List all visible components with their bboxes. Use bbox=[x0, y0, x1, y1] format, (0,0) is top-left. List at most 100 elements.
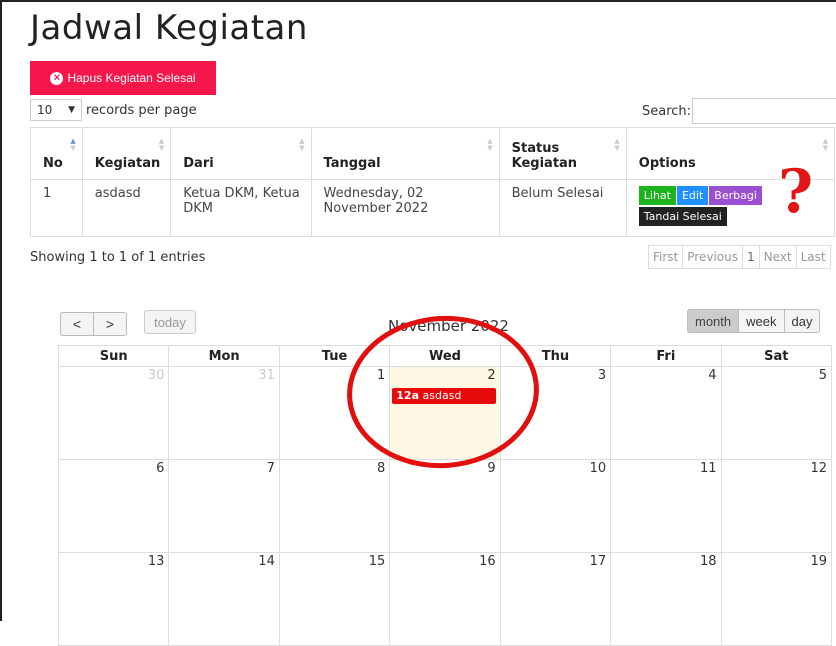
column-header-dari[interactable]: Dari ▲ ▼ bbox=[170, 127, 312, 180]
table-info: Showing 1 to 1 of 1 entries bbox=[30, 250, 206, 265]
records-per-page-label: records per page bbox=[86, 102, 197, 118]
calendar-next-button[interactable]: > bbox=[93, 312, 127, 336]
day-number: 18 bbox=[699, 554, 717, 569]
calendar-view-switcher: month week day bbox=[687, 309, 821, 333]
calendar-today-button[interactable]: today bbox=[144, 310, 196, 334]
calendar-day-cell[interactable]: 15 bbox=[278, 552, 391, 646]
calendar-day-cell[interactable]: 10 bbox=[499, 459, 612, 553]
calendar-day-cell[interactable]: 11 bbox=[610, 459, 722, 553]
calendar-day-cell[interactable]: 5 bbox=[720, 366, 833, 460]
delete-completed-label: Hapus Kegiatan Selesai bbox=[67, 71, 196, 85]
calendar-day-cell[interactable]: 7 bbox=[168, 459, 280, 553]
day-number: 30 bbox=[147, 368, 165, 383]
calendar-week-row: 30 31 1 2 12a asdasd 3 4 5 bbox=[57, 366, 833, 460]
calendar-day-cell[interactable]: 6 bbox=[57, 459, 170, 553]
calendar-title: November 2022 bbox=[388, 317, 509, 335]
calendar-day-cell[interactable]: 8 bbox=[278, 459, 391, 553]
day-number: 10 bbox=[589, 461, 607, 476]
calendar-day-cell[interactable]: 1 bbox=[278, 366, 391, 460]
cell-status: Belum Selesai bbox=[498, 179, 627, 237]
edit-button[interactable]: Edit bbox=[676, 186, 709, 205]
times-circle-icon: × bbox=[50, 71, 64, 85]
weekday-header: Wed bbox=[389, 345, 501, 367]
sort-icon: ▲ ▼ bbox=[487, 137, 493, 152]
cell-kegiatan: asdasd bbox=[81, 179, 172, 237]
column-header-no[interactable]: No ▲ ▼ bbox=[30, 127, 83, 180]
search-input[interactable] bbox=[692, 98, 836, 124]
day-number: 16 bbox=[479, 554, 496, 569]
pagination-first[interactable]: First bbox=[648, 245, 684, 269]
calendar-week-row: 6 7 8 9 10 11 12 bbox=[57, 459, 833, 553]
day-number: 1 bbox=[376, 368, 386, 383]
cell-dari: Ketua DKM, Ketua DKM bbox=[170, 179, 312, 237]
column-header-kegiatan[interactable]: Kegiatan ▲ ▼ bbox=[81, 127, 172, 180]
calendar-day-cell-today[interactable]: 2 12a asdasd bbox=[389, 366, 501, 460]
pagination: First Previous 1 Next Last bbox=[648, 245, 831, 269]
day-number: 19 bbox=[810, 554, 827, 569]
search-label: Search: bbox=[642, 103, 692, 119]
column-header-status[interactable]: Status Kegiatan ▲ ▼ bbox=[498, 127, 627, 180]
search-box: Search: bbox=[642, 98, 836, 124]
day-number: 9 bbox=[487, 461, 496, 476]
cell-tanggal: Wednesday, 02 November 2022 bbox=[310, 179, 500, 237]
weekday-header: Sat bbox=[720, 345, 833, 367]
events-table: No ▲ ▼ Kegiatan ▲ ▼ Dari ▲ ▼ Tanggal ▲ ▼ Status … bbox=[30, 127, 836, 237]
day-number: 31 bbox=[258, 368, 275, 383]
day-number: 14 bbox=[258, 554, 275, 569]
calendar-day-cell[interactable]: 16 bbox=[389, 552, 501, 646]
day-number: 2 bbox=[487, 368, 496, 383]
weekday-header: Mon bbox=[168, 345, 280, 367]
day-number: 8 bbox=[376, 461, 386, 476]
pagination-current[interactable]: 1 bbox=[741, 245, 760, 269]
view-week-button[interactable]: week bbox=[738, 309, 785, 333]
view-day-button[interactable]: day bbox=[783, 309, 821, 333]
calendar-day-cell[interactable]: 31 bbox=[168, 366, 280, 460]
calendar-prev-button[interactable]: < bbox=[60, 312, 94, 336]
day-number: 12 bbox=[810, 461, 827, 476]
day-number: 3 bbox=[597, 368, 607, 383]
calendar-day-cell[interactable]: 30 bbox=[57, 366, 170, 460]
share-button[interactable]: Berbagi bbox=[709, 186, 762, 205]
calendar-day-cell[interactable]: 4 bbox=[610, 366, 722, 460]
day-number: 7 bbox=[266, 461, 275, 476]
records-per-page: 10 ▼ records per page bbox=[30, 99, 197, 121]
day-number: 17 bbox=[589, 554, 607, 569]
mark-done-button[interactable]: Tandai Selesai bbox=[638, 207, 727, 226]
delete-completed-button[interactable]: × Hapus Kegiatan Selesai bbox=[30, 61, 216, 95]
table-header-row: No ▲ ▼ Kegiatan ▲ ▼ Dari ▲ ▼ Tanggal ▲ ▼ Status … bbox=[30, 127, 836, 180]
day-number: 5 bbox=[818, 368, 827, 383]
calendar-day-cell[interactable]: 14 bbox=[168, 552, 280, 646]
weekday-header: Thu bbox=[499, 345, 612, 367]
calendar-day-cell[interactable]: 17 bbox=[499, 552, 612, 646]
calendar-day-cell[interactable]: 18 bbox=[610, 552, 722, 646]
calendar-day-cell[interactable]: 3 bbox=[499, 366, 612, 460]
sort-icon: ▲ ▼ bbox=[822, 137, 828, 152]
calendar-event[interactable]: 12a asdasd bbox=[392, 388, 497, 404]
calendar-grid: Sun Mon Tue Wed Thu Fri Sat 30 31 1 2 12… bbox=[57, 345, 833, 646]
calendar-nav: < > bbox=[60, 312, 127, 336]
calendar-weekday-row: Sun Mon Tue Wed Thu Fri Sat bbox=[57, 345, 833, 367]
sort-icon: ▲ ▼ bbox=[614, 137, 620, 152]
day-number: 15 bbox=[368, 554, 386, 569]
records-per-page-value: 10 bbox=[37, 103, 53, 117]
column-header-tanggal[interactable]: Tanggal ▲ ▼ bbox=[310, 127, 500, 180]
day-number: 13 bbox=[147, 554, 165, 569]
pagination-last[interactable]: Last bbox=[795, 245, 831, 269]
pagination-previous[interactable]: Previous bbox=[682, 245, 743, 269]
table-row: 1 asdasd Ketua DKM, Ketua DKM Wednesday,… bbox=[30, 179, 836, 237]
day-number: 11 bbox=[699, 461, 717, 476]
cell-no: 1 bbox=[30, 179, 83, 237]
calendar-day-cell[interactable]: 12 bbox=[720, 459, 833, 553]
view-month-button[interactable]: month bbox=[687, 309, 740, 333]
sort-icon: ▲ ▼ bbox=[158, 137, 165, 152]
event-time: 12a bbox=[396, 389, 419, 402]
calendar-day-cell[interactable]: 19 bbox=[720, 552, 833, 646]
calendar-day-cell[interactable]: 9 bbox=[389, 459, 501, 553]
sort-icon: ▲ ▼ bbox=[70, 137, 76, 152]
chevron-down-icon: ▼ bbox=[68, 105, 75, 115]
records-per-page-select[interactable]: 10 ▼ bbox=[30, 99, 82, 121]
pagination-next[interactable]: Next bbox=[758, 245, 797, 269]
day-number: 4 bbox=[708, 368, 717, 383]
view-button[interactable]: Lihat bbox=[638, 186, 676, 205]
calendar-day-cell[interactable]: 13 bbox=[57, 552, 170, 646]
